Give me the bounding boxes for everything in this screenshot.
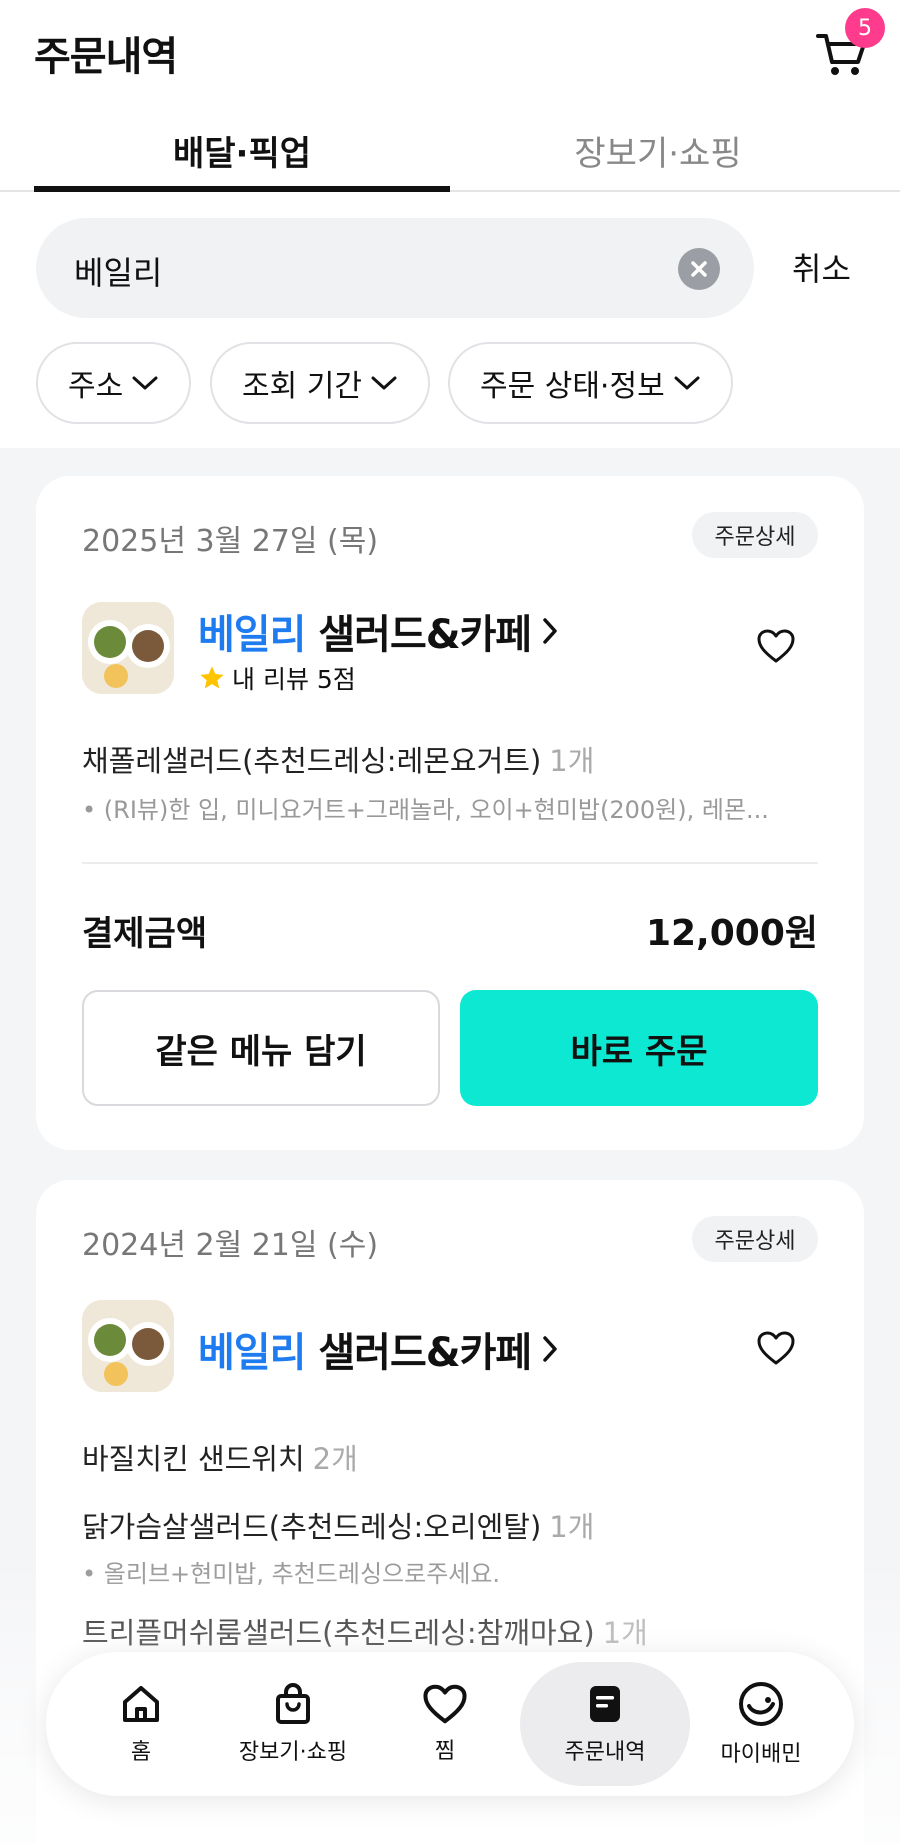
nav-label: 찜 <box>434 1739 456 1764</box>
order-item: 채폴레샐러드(추천드레싱:레몬요거트) 1개 <box>82 738 594 780</box>
page-title: 주문내역 <box>34 34 178 80</box>
cart-count-badge: 5 <box>845 8 885 48</box>
item-quantity: 1개 <box>602 1616 648 1650</box>
nav-label: 홈 <box>130 1740 152 1765</box>
item-name: 닭가슴살샐러드(추천드레싱:오리엔탈) <box>82 1510 542 1544</box>
nav-order-history[interactable]: 주문내역 <box>520 1662 690 1786</box>
item-quantity: 1개 <box>549 744 595 778</box>
add-same-menu-button[interactable]: 같은 메뉴 담기 <box>82 990 440 1106</box>
store-name-highlight: 베일리 <box>198 1330 306 1376</box>
item-options: • 올리브+현미밥, 추천드레싱으로주세요. <box>82 1560 501 1588</box>
store-thumbnail <box>82 602 174 694</box>
my-baemin-icon <box>739 1682 783 1726</box>
item-quantity: 1개 <box>549 1510 595 1544</box>
order-list-icon <box>590 1686 620 1722</box>
heart-icon[interactable] <box>756 628 796 664</box>
reorder-now-button[interactable]: 바로 주문 <box>460 990 818 1106</box>
chevron-down-icon <box>371 376 397 390</box>
order-item: 닭가슴살샐러드(추천드레싱:오리엔탈) 1개 <box>82 1504 594 1546</box>
item-name: 채폴레샐러드(추천드레싱:레몬요거트) <box>82 744 542 778</box>
home-icon <box>123 1686 159 1722</box>
active-tab-indicator <box>34 186 450 192</box>
nav-shopping[interactable]: 장보기·쇼핑 <box>218 1662 368 1786</box>
heart-icon[interactable] <box>756 1330 796 1366</box>
order-item: 트리플머쉬룸샐러드(추천드레싱:참깨마요) 1개 <box>82 1610 648 1652</box>
filter-period[interactable]: 조회 기간 <box>210 342 430 424</box>
chevron-right-icon <box>543 1336 557 1362</box>
tab-bar: 배달·픽업 장보기·쇼핑 <box>0 110 900 192</box>
shopping-bag-icon <box>276 1683 310 1724</box>
store-name-highlight: 베일리 <box>198 612 306 658</box>
filter-label: 주소 <box>68 369 124 404</box>
bottom-navigation: 홈 장보기·쇼핑 찜 주문내역 마이배민 <box>46 1652 854 1796</box>
store-name-link[interactable]: 베일리 샐러드&카페 <box>198 1320 559 1378</box>
order-detail-button[interactable]: 주문상세 <box>692 1216 818 1262</box>
filter-order-status[interactable]: 주문 상태·정보 <box>448 342 733 424</box>
order-item: 바질치킨 샌드위치 2개 <box>82 1436 358 1478</box>
search-query: 베일리 <box>74 254 163 292</box>
store-name-rest: 샐러드&카페 <box>318 1330 532 1376</box>
star-icon <box>200 666 224 689</box>
order-detail-button[interactable]: 주문상세 <box>692 512 818 558</box>
item-name: 바질치킨 샌드위치 <box>82 1442 305 1476</box>
chevron-right-icon <box>543 618 557 644</box>
store-name-link[interactable]: 베일리 샐러드&카페 <box>198 602 559 660</box>
item-options: • (RI뷰)한 입, 미니요거트+그래놀라, 오이+현미밥(200원), 레몬… <box>82 796 769 824</box>
nav-label: 마이배민 <box>720 1742 802 1767</box>
cancel-search-button[interactable]: 취소 <box>792 244 851 290</box>
nav-label: 장보기·쇼핑 <box>238 1740 348 1765</box>
my-review: 내 리뷰 5점 <box>198 660 356 696</box>
clear-search-icon[interactable] <box>678 248 720 290</box>
filter-address[interactable]: 주소 <box>36 342 192 424</box>
item-quantity: 2개 <box>312 1442 358 1476</box>
store-thumbnail <box>82 1300 174 1392</box>
order-date: 2024년 2월 21일 (수) <box>82 1228 379 1263</box>
heart-icon <box>423 1684 467 1724</box>
nav-label: 주문내역 <box>564 1740 646 1765</box>
chevron-down-icon <box>132 376 158 390</box>
item-name: 트리플머쉬룸샐러드(추천드레싱:참깨마요) <box>82 1616 595 1650</box>
nav-my-baemin[interactable]: 마이배민 <box>686 1662 836 1786</box>
nav-favorites[interactable]: 찜 <box>370 1662 520 1786</box>
divider <box>82 862 818 864</box>
nav-home[interactable]: 홈 <box>66 1662 216 1786</box>
payment-label: 결제금액 <box>82 914 208 954</box>
order-date: 2025년 3월 27일 (목) <box>82 524 379 559</box>
store-name-rest: 샐러드&카페 <box>318 612 532 658</box>
review-text: 내 리뷰 5점 <box>232 665 356 694</box>
search-input[interactable]: 베일리 <box>36 218 754 318</box>
order-card: 2025년 3월 27일 (목) 주문상세 베일리 샐러드&카페 내 리뷰 5점… <box>36 476 864 1150</box>
tab-grocery-shopping[interactable]: 장보기·쇼핑 <box>450 110 866 192</box>
chevron-down-icon <box>674 376 700 390</box>
payment-amount: 12,000원 <box>645 913 818 954</box>
tab-delivery-pickup[interactable]: 배달·픽업 <box>34 110 450 192</box>
filter-label: 조회 기간 <box>242 369 362 404</box>
filter-label: 주문 상태·정보 <box>480 369 665 404</box>
